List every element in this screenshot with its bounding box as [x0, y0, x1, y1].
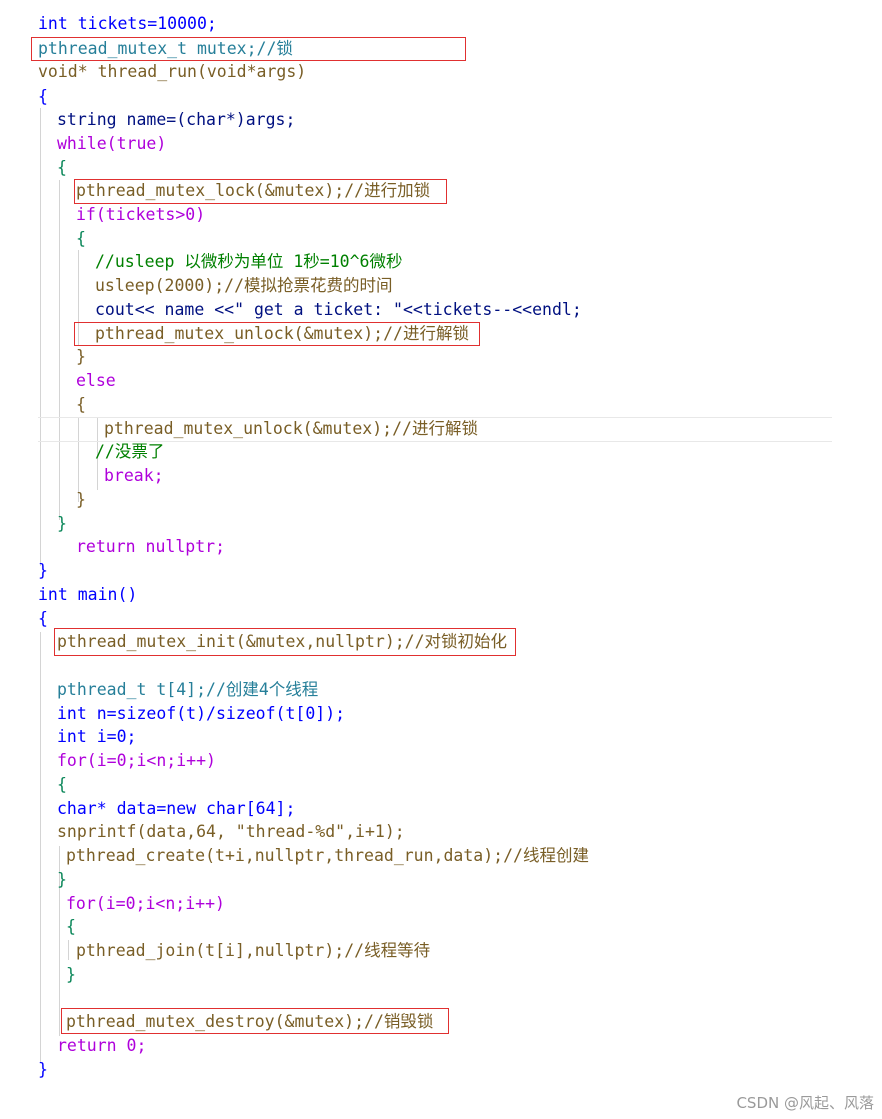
code-line[interactable]: } [38, 559, 48, 583]
code-line[interactable]: pthread_join(t[i],nullptr);//线程等待 [76, 939, 430, 963]
code-line[interactable]: pthread_mutex_t mutex;//锁 [38, 37, 293, 61]
code-text: { [57, 158, 67, 177]
code-text: if(tickets>0) [76, 205, 206, 224]
code-text: //没票了 [95, 442, 165, 461]
code-text: snprintf(data,64, "thread-%d",i+1); [57, 822, 405, 841]
code-line[interactable]: { [57, 773, 67, 797]
code-text: } [76, 347, 86, 366]
indent-guide [59, 180, 60, 520]
code-text: //usleep 以微秒为单位 1秒=10^6微秒 [95, 252, 403, 271]
code-line[interactable]: while(true) [57, 132, 166, 156]
code-line[interactable]: int n=sizeof(t)/sizeof(t[0]); [57, 702, 345, 726]
code-line[interactable]: pthread_create(t+i,nullptr,thread_run,da… [66, 844, 589, 868]
code-text: { [38, 87, 48, 106]
code-text: break; [104, 466, 164, 485]
code-line[interactable]: else [76, 369, 116, 393]
code-text: { [76, 229, 86, 248]
code-line[interactable]: } [76, 488, 86, 512]
code-text: pthread_mutex_lock(&mutex);//进行加锁 [76, 181, 431, 200]
code-line[interactable]: { [76, 227, 86, 251]
code-text: } [38, 1060, 48, 1079]
code-line[interactable]: { [38, 85, 48, 109]
code-line[interactable]: snprintf(data,64, "thread-%d",i+1); [57, 820, 405, 844]
code-text: } [57, 870, 67, 889]
code-text: { [38, 609, 48, 628]
code-text: pthread_create(t+i,nullptr,thread_run,da… [66, 846, 589, 865]
code-line[interactable]: break; [104, 464, 164, 488]
code-text: } [66, 965, 76, 984]
code-line[interactable]: cout<< name <<" get a ticket: "<<tickets… [95, 298, 582, 322]
code-text: string name=(char*)args; [57, 110, 296, 129]
code-line[interactable]: string name=(char*)args; [57, 108, 295, 132]
code-line[interactable]: int i=0; [57, 725, 136, 749]
code-text: pthread_mutex_destroy(&mutex);//销毁锁 [66, 1012, 434, 1031]
code-text: pthread_mutex_unlock(&mutex);//进行解锁 [104, 419, 478, 438]
code-text: int n=sizeof(t)/sizeof(t[0]); [57, 704, 346, 723]
code-line[interactable]: pthread_mutex_init(&mutex,nullptr);//对锁初… [57, 630, 507, 654]
code-line[interactable]: { [38, 607, 48, 631]
code-text: for(i=0;i<n;i++) [57, 751, 216, 770]
code-text: } [76, 490, 86, 509]
code-line[interactable]: //usleep 以微秒为单位 1秒=10^6微秒 [95, 250, 402, 274]
code-line[interactable]: pthread_mutex_unlock(&mutex);//进行解锁 [104, 417, 478, 441]
code-line[interactable]: pthread_mutex_unlock(&mutex);//进行解锁 [95, 322, 469, 346]
code-text: return nullptr; [76, 537, 226, 556]
code-line[interactable]: { [76, 393, 86, 417]
code-line[interactable]: return nullptr; [76, 535, 225, 559]
code-text: { [66, 917, 76, 936]
code-line[interactable]: //没票了 [95, 440, 164, 464]
code-text: cout<< name <<" get a ticket: "<<tickets… [95, 300, 582, 319]
code-text: char* data=new char[64]; [57, 799, 296, 818]
code-text: int main() [38, 585, 138, 604]
code-text: } [57, 514, 67, 533]
code-text: int tickets=10000; [38, 14, 217, 33]
code-text: pthread_mutex_init(&mutex,nullptr);//对锁初… [57, 632, 508, 651]
code-line[interactable]: pthread_t t[4];//创建4个线程 [57, 678, 318, 702]
code-text: return 0; [57, 1036, 147, 1055]
code-line[interactable]: pthread_mutex_destroy(&mutex);//销毁锁 [66, 1010, 433, 1034]
code-text: pthread_join(t[i],nullptr);//线程等待 [76, 941, 431, 960]
code-line[interactable]: } [57, 512, 67, 536]
code-line[interactable]: for(i=0;i<n;i++) [57, 749, 216, 773]
code-text: } [38, 561, 48, 580]
code-line[interactable]: } [66, 963, 76, 987]
indent-guide [40, 632, 41, 1062]
code-text: { [57, 775, 67, 794]
indent-guide [40, 108, 41, 566]
code-line[interactable]: } [76, 345, 86, 369]
code-text: for(i=0;i<n;i++) [66, 894, 225, 913]
code-line[interactable]: if(tickets>0) [76, 203, 205, 227]
indent-guide [68, 940, 69, 960]
code-line[interactable]: void* thread_run(void*args) [38, 60, 306, 84]
code-text: void* thread_run(void*args) [38, 62, 307, 81]
code-text: pthread_mutex_t mutex;//锁 [38, 39, 293, 58]
code-text: while(true) [57, 134, 167, 153]
code-text: int i=0; [57, 727, 137, 746]
code-text: pthread_t t[4];//创建4个线程 [57, 680, 319, 699]
code-editor[interactable]: int tickets=10000; pthread_mutex_t mutex… [0, 0, 882, 1119]
code-line[interactable]: for(i=0;i<n;i++) [66, 892, 225, 916]
code-line[interactable]: } [38, 1058, 48, 1082]
code-line[interactable]: { [66, 915, 76, 939]
code-line[interactable]: char* data=new char[64]; [57, 797, 295, 821]
code-line[interactable]: { [57, 156, 67, 180]
code-text: { [76, 395, 86, 414]
code-line[interactable]: int main() [38, 583, 137, 607]
watermark: CSDN @风起、风落 [736, 1094, 874, 1112]
code-line[interactable]: pthread_mutex_lock(&mutex);//进行加锁 [76, 179, 430, 203]
code-line[interactable]: return 0; [57, 1034, 146, 1058]
code-line[interactable]: int tickets=10000; [38, 12, 217, 36]
code-text: pthread_mutex_unlock(&mutex);//进行解锁 [95, 324, 469, 343]
code-line[interactable]: } [57, 868, 67, 892]
code-line[interactable]: usleep(2000);//模拟抢票花费的时间 [95, 274, 393, 298]
code-text: else [76, 371, 116, 390]
code-text: usleep(2000);//模拟抢票花费的时间 [95, 276, 393, 295]
